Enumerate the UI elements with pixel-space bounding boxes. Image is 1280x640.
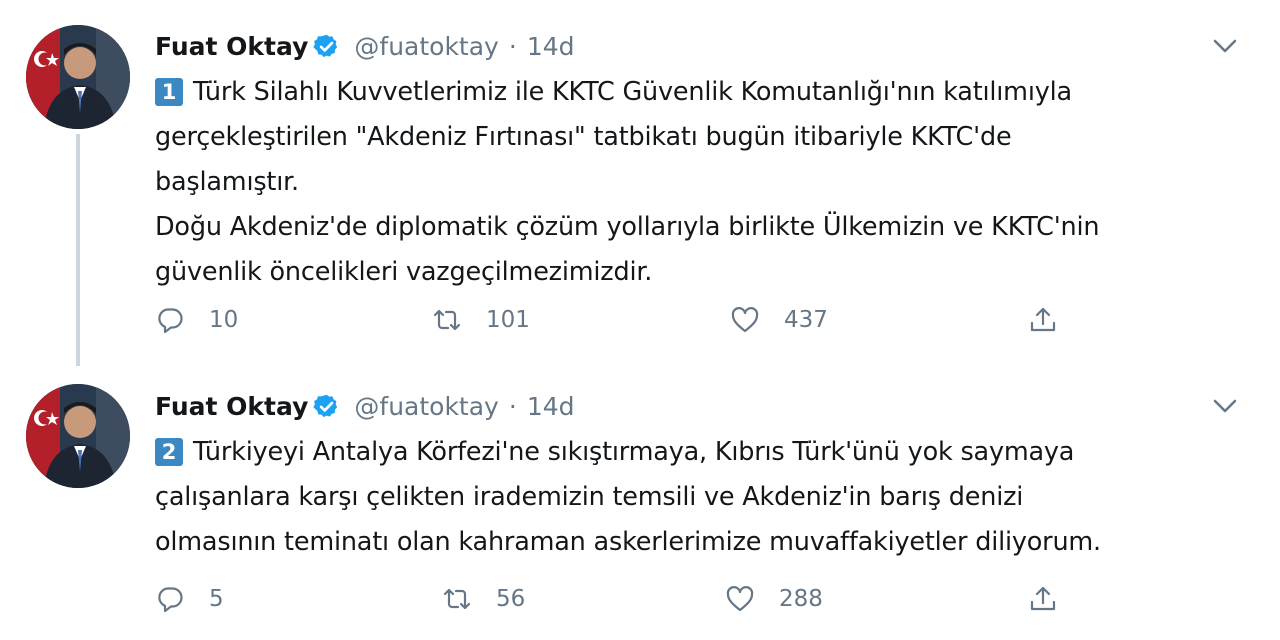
tweet-text: 1 Türk Silahlı Kuvvetlerimiz ile KKTC Güv… xyxy=(155,70,1235,295)
retweet-icon xyxy=(433,309,461,331)
tweet-text-line: 2 Türkiyeyi Antalya Körfezi'ne sıkıştırma… xyxy=(155,430,1235,475)
tweet-actions: 5 56 288 xyxy=(155,579,1058,619)
like-count: 288 xyxy=(779,586,823,612)
share-icon xyxy=(1030,307,1056,332)
like-button[interactable]: 288 xyxy=(725,579,823,619)
author-name[interactable]: Fuat Oktay xyxy=(155,32,308,61)
separator-dot: · xyxy=(508,31,517,61)
verified-icon xyxy=(313,394,338,417)
tweet-header: Fuat Oktay @fuatoktay · 14d xyxy=(155,26,575,66)
reply-count: 5 xyxy=(209,586,224,612)
retweet-button[interactable]: 56 xyxy=(442,579,525,619)
reply-button[interactable]: 5 xyxy=(155,579,224,619)
avatar-photo xyxy=(26,25,130,129)
tweet-text-line: güvenlik öncelikleri vazgeçilmezimizdir. xyxy=(155,257,653,287)
like-icon xyxy=(726,586,754,612)
verified-icon xyxy=(313,34,338,57)
tweet[interactable]: Fuat Oktay @fuatoktay · 14d 2 Türkiyeyi A… xyxy=(0,372,1280,640)
tweet-text-line: başlamıştır. xyxy=(155,167,299,197)
tweet-text-line: çalışanlara karşı çelikten irademizin te… xyxy=(155,482,1024,512)
reply-icon xyxy=(158,308,183,334)
tweet-text-line: 1 Türk Silahlı Kuvvetlerimiz ile KKTC Güv… xyxy=(155,70,1235,115)
retweet-count: 101 xyxy=(486,307,530,333)
reply-button[interactable]: 10 xyxy=(155,300,238,340)
reply-count: 10 xyxy=(209,307,239,333)
retweet-icon xyxy=(443,588,471,610)
tweet-header: Fuat Oktay @fuatoktay · 14d xyxy=(155,386,575,426)
separator-dot: · xyxy=(508,391,517,421)
author-handle[interactable]: @fuatoktay xyxy=(354,32,498,61)
tweet-text: 2 Türkiyeyi Antalya Körfezi'ne sıkıştırma… xyxy=(155,430,1235,565)
like-count: 437 xyxy=(784,307,828,333)
share-icon xyxy=(1030,586,1056,611)
author-handle[interactable]: @fuatoktay xyxy=(354,392,498,421)
chevron-down-icon[interactable] xyxy=(1212,398,1238,414)
like-icon xyxy=(731,307,759,333)
timestamp[interactable]: 14d xyxy=(527,392,575,421)
reply-icon xyxy=(158,587,183,613)
avatar[interactable] xyxy=(26,384,130,488)
number-badge: 1 xyxy=(155,78,183,106)
share-button[interactable] xyxy=(1028,579,1058,619)
tweet[interactable]: Fuat Oktay @fuatoktay · 14d 1 Türk Silahl… xyxy=(0,0,1280,372)
like-button[interactable]: 437 xyxy=(730,300,828,340)
tweet-text-line: Doğu Akdeniz'de diplomatik çözüm yolları… xyxy=(155,212,1100,242)
timestamp[interactable]: 14d xyxy=(527,32,575,61)
chevron-down-icon[interactable] xyxy=(1212,38,1238,54)
retweet-button[interactable]: 101 xyxy=(432,300,530,340)
share-button[interactable] xyxy=(1028,300,1058,340)
author-name[interactable]: Fuat Oktay xyxy=(155,392,308,421)
tweet-text-line: olmasının teminatı olan kahraman askerle… xyxy=(155,527,1101,557)
number-badge: 2 xyxy=(155,438,183,466)
tweet-text-line: gerçekleştirilen "Akdeniz Fırtınası" tat… xyxy=(155,122,1012,152)
retweet-count: 56 xyxy=(496,586,526,612)
avatar-photo xyxy=(26,384,130,488)
avatar[interactable] xyxy=(26,25,130,129)
tweet-actions: 10 101 437 xyxy=(155,300,1058,340)
